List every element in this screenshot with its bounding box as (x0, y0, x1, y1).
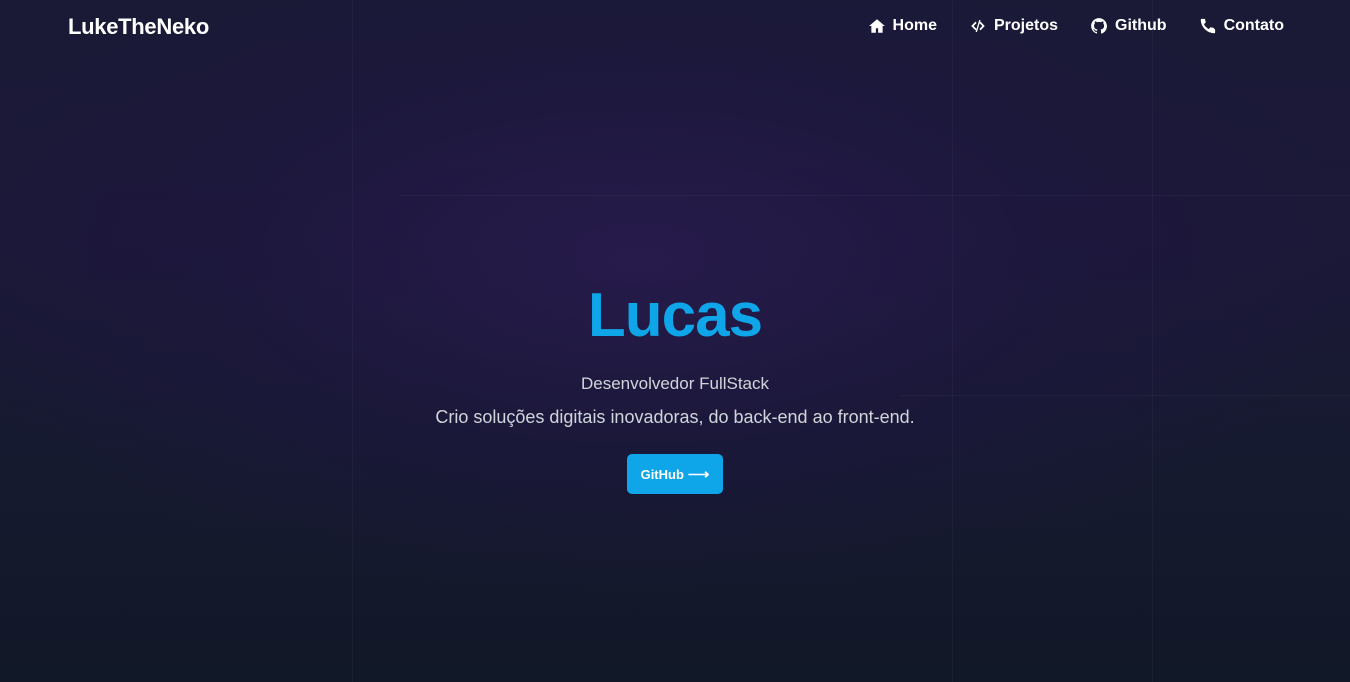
code-icon (969, 17, 987, 35)
github-button[interactable]: GitHub ⟶ (626, 454, 724, 494)
nav-links: Home Projetos Github Contato (868, 17, 1284, 35)
nav-item-projetos[interactable]: Projetos (969, 17, 1058, 35)
page: LukeTheNeko Home Projetos Github Contato… (0, 0, 1350, 682)
hero-title: Lucas (587, 281, 763, 350)
nav-item-contato[interactable]: Contato (1199, 17, 1284, 35)
navbar: LukeTheNeko Home Projetos Github Contato (0, 0, 1350, 58)
brand-logo[interactable]: LukeTheNeko (68, 14, 209, 40)
hero-section: Lucas Desenvolvedor FullStack Crio soluç… (0, 270, 1350, 494)
hero-subtitle: Desenvolvedor FullStack (580, 374, 770, 393)
phone-icon (1199, 17, 1217, 35)
github-icon (1090, 17, 1108, 35)
nav-item-home[interactable]: Home (868, 17, 937, 35)
nav-item-label: Github (1115, 17, 1167, 34)
nav-item-label: Home (892, 17, 937, 34)
arrow-right-icon: ⟶ (687, 465, 710, 483)
grid-line (400, 195, 1350, 196)
home-icon (868, 17, 886, 35)
hero-description: Crio soluções digitais inovadoras, do ba… (435, 407, 915, 427)
nav-item-label: Projetos (994, 17, 1059, 34)
nav-item-github[interactable]: Github (1090, 17, 1167, 35)
github-button-label: GitHub (640, 466, 684, 482)
nav-item-label: Contato (1223, 17, 1284, 34)
